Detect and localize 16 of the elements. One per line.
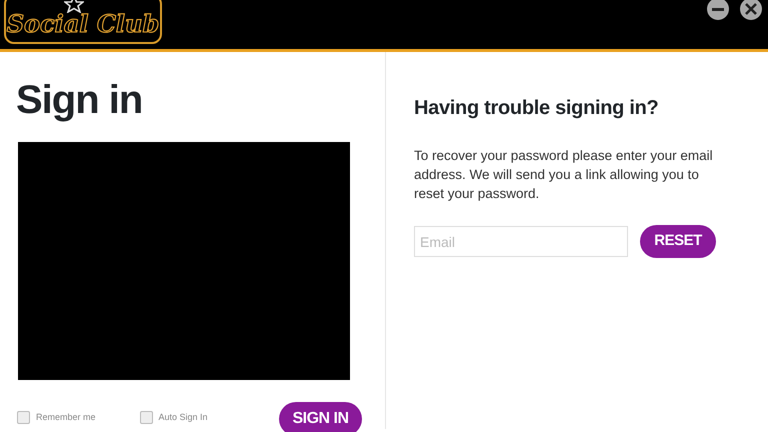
checkbox-label[interactable]: Remember me [36,411,96,424]
sign-in-button[interactable]: SIGN IN [279,402,362,432]
checkbox[interactable] [140,411,153,424]
minimize-icon [712,8,724,10]
checkbox[interactable] [17,411,30,424]
star-icon [64,0,84,13]
reset-button[interactable]: RESET [640,225,716,258]
section-title: Having trouble signing in? [414,96,660,120]
instructions-text: To recover your password please enter your email address. We will send you a link allowing you to reset your password. [414,147,714,203]
checkbox-label[interactable]: Auto Sign In [158,411,208,424]
email-field[interactable]: Email [414,226,628,257]
logo: Social Club [4,0,162,44]
close-icon [745,3,757,15]
close-button[interactable] [740,0,762,20]
minimize-button[interactable] [707,0,729,20]
page-title: Sign in [16,80,142,120]
